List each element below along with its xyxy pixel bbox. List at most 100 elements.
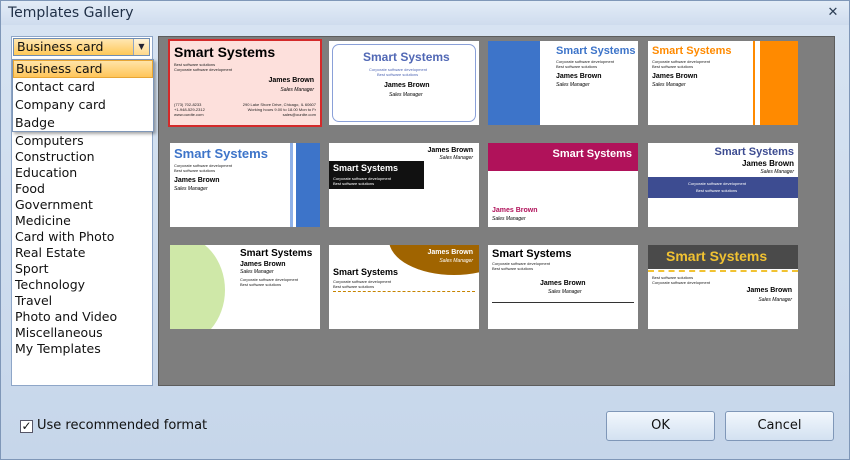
category-education[interactable]: Education [15, 165, 117, 181]
template-card-10[interactable]: James Brown Sales Manager Smart Systems … [329, 245, 479, 329]
card-name: James Brown [268, 77, 314, 84]
recommended-format-checkbox[interactable]: ✓ [20, 420, 33, 433]
template-card-1[interactable]: Smart Systems Best software solutions Co… [168, 39, 322, 127]
card-tagline-2: Corporate software development [174, 67, 233, 72]
template-card-9[interactable]: Smart Systems James Brown Sales Manager … [170, 245, 320, 329]
card-type-dropdown: Business card Contact card Company card … [12, 59, 154, 132]
card-company: Smart Systems [240, 248, 313, 259]
card-role: Sales Manager [548, 289, 582, 295]
category-medicine[interactable]: Medicine [15, 213, 117, 229]
cancel-button[interactable]: Cancel [725, 411, 834, 441]
category-government[interactable]: Government [15, 197, 117, 213]
category-my-templates[interactable]: My Templates [15, 341, 117, 357]
template-card-8[interactable]: Smart Systems James Brown Sales Manager … [648, 143, 798, 227]
window-title: Templates Gallery [8, 5, 134, 21]
card-name: James Brown [652, 73, 698, 80]
card-role: Sales Manager [389, 92, 423, 98]
card-role: Sales Manager [280, 87, 314, 93]
card-name: James Brown [384, 82, 430, 89]
card-role: Sales Manager [439, 155, 473, 161]
category-food[interactable]: Food [15, 181, 117, 197]
card-tagline-2: Corporate software development [652, 280, 711, 285]
card-role: Sales Manager [439, 258, 473, 264]
card-role: Sales Manager [492, 216, 526, 222]
card-role: Sales Manager [556, 82, 590, 88]
card-banner-2: Best software solutions [696, 188, 738, 193]
card-company: Smart Systems [552, 148, 633, 160]
card-tagline-2: Best software solutions [240, 282, 282, 287]
card-web: www.ourdte.com [174, 112, 204, 117]
template-card-5[interactable]: Smart Systems Corporate software develop… [170, 143, 320, 227]
card-role: Sales Manager [758, 297, 792, 303]
card-banner-1: Corporate software development [688, 181, 747, 186]
card-gold-dash [648, 270, 798, 272]
category-photo-and-video[interactable]: Photo and Video [15, 309, 117, 325]
card-tagline-2: Best software solutions [377, 72, 419, 77]
chevron-down-icon[interactable]: ▼ [133, 39, 149, 55]
template-card-12[interactable]: Smart Systems Best software solutions Co… [648, 245, 798, 329]
card-name: James Brown [556, 73, 602, 80]
card-company: Smart Systems [333, 267, 399, 277]
card-green-shape [170, 245, 225, 329]
category-travel[interactable]: Travel [15, 293, 117, 309]
card-company: Smart Systems [174, 146, 268, 161]
category-list: Computers Construction Education Food Go… [15, 133, 117, 357]
category-card-with-photo[interactable]: Card with Photo [15, 229, 117, 245]
close-icon[interactable]: ✕ [825, 5, 841, 21]
card-name: James Brown [427, 147, 473, 154]
category-sport[interactable]: Sport [15, 261, 117, 277]
card-company: Smart Systems [714, 146, 795, 158]
card-orange-line [753, 41, 755, 125]
template-gallery: Smart Systems Best software solutions Co… [158, 36, 835, 386]
card-email: sales@ourdte.com [282, 112, 316, 117]
card-company: Smart Systems [363, 50, 450, 64]
card-company: Smart Systems [666, 248, 768, 264]
card-tagline-2: Best software solutions [174, 168, 216, 173]
dialog-footer: ✓ Use recommended format OK Cancel [1, 393, 849, 460]
card-tagline-2: Best software solutions [556, 64, 598, 69]
card-name: James Brown [240, 261, 286, 268]
card-company: Smart Systems [492, 248, 572, 260]
option-business-card[interactable]: Business card [13, 60, 153, 78]
card-tagline-2: Best software solutions [492, 266, 534, 271]
card-role: Sales Manager [760, 169, 794, 175]
card-blue-bar [488, 41, 540, 125]
title-bar[interactable]: Templates Gallery ✕ [1, 1, 849, 25]
template-card-7[interactable]: Smart Systems James Brown Sales Manager [488, 143, 638, 227]
category-computers[interactable]: Computers [15, 133, 117, 149]
card-name: James Brown [540, 280, 586, 287]
template-card-11[interactable]: Smart Systems Corporate software develop… [488, 245, 638, 329]
category-construction[interactable]: Construction [15, 149, 117, 165]
card-name: James Brown [492, 207, 538, 214]
card-type-select[interactable]: Business card ▼ [13, 38, 150, 56]
card-divider [492, 302, 634, 303]
card-name: James Brown [741, 159, 794, 168]
card-name: James Brown [746, 287, 792, 294]
card-blue-stripe [290, 143, 293, 227]
template-card-4[interactable]: Smart Systems Corporate software develop… [648, 41, 798, 125]
templates-gallery-window: Templates Gallery ✕ Computers Constructi… [0, 0, 850, 460]
card-tagline-2: Best software solutions [652, 64, 694, 69]
card-tagline-2: Best software solutions [333, 181, 375, 186]
category-real-estate[interactable]: Real Estate [15, 245, 117, 261]
card-name: James Brown [427, 249, 473, 256]
template-card-6[interactable]: James Brown Sales Manager Smart Systems … [329, 143, 479, 227]
card-role: Sales Manager [652, 82, 686, 88]
card-company: Smart Systems [174, 44, 276, 60]
template-card-3[interactable]: Smart Systems Corporate software develop… [488, 41, 638, 125]
category-miscellaneous[interactable]: Miscellaneous [15, 325, 117, 341]
card-dashed-divider [333, 291, 475, 292]
category-technology[interactable]: Technology [15, 277, 117, 293]
card-company: Smart Systems [652, 45, 732, 57]
card-type-value: Business card [17, 39, 104, 54]
option-company-card[interactable]: Company card [13, 96, 153, 114]
card-tagline-2: Best software solutions [333, 284, 375, 289]
option-badge[interactable]: Badge [13, 114, 153, 132]
card-name: James Brown [174, 177, 220, 184]
card-blue-bar [296, 143, 320, 227]
template-card-2[interactable]: Smart Systems Corporate software develop… [329, 41, 479, 125]
recommended-format-label[interactable]: Use recommended format [37, 418, 207, 433]
ok-button[interactable]: OK [606, 411, 715, 441]
card-orange-bar [760, 41, 798, 125]
option-contact-card[interactable]: Contact card [13, 78, 153, 96]
